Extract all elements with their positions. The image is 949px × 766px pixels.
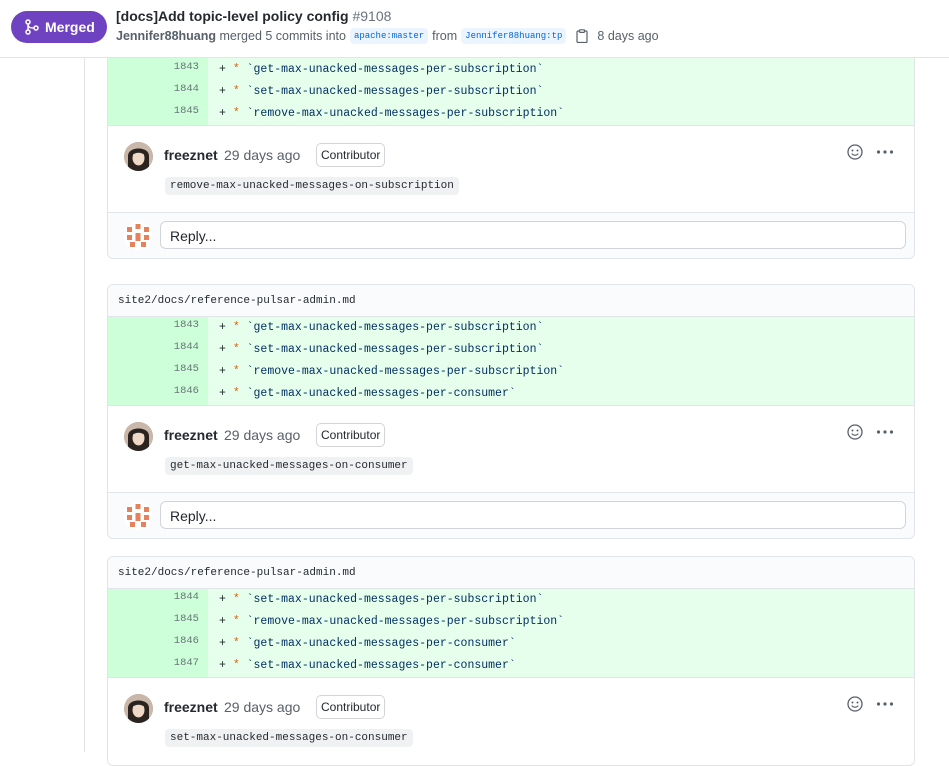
comment-author[interactable]: freeznet bbox=[164, 147, 218, 163]
comment-time[interactable]: 29 days ago bbox=[224, 147, 300, 163]
kebab-horizontal-icon[interactable] bbox=[876, 696, 894, 712]
from-text: from bbox=[432, 29, 458, 43]
line-number[interactable]: 1844 bbox=[108, 589, 208, 611]
merged-status-badge: Merged bbox=[11, 11, 107, 43]
review-comment: freeznet 29 days ago Contributor remove-… bbox=[108, 125, 914, 212]
pr-title: [docs]Add topic-level policy config #910… bbox=[116, 8, 391, 24]
clipboard-icon[interactable] bbox=[576, 29, 588, 43]
smiley-icon[interactable] bbox=[847, 696, 863, 712]
line-number[interactable]: 1843 bbox=[108, 59, 208, 81]
avatar[interactable] bbox=[124, 694, 153, 723]
file-path[interactable]: site2/docs/reference-pulsar-admin.md bbox=[108, 557, 914, 589]
comment-body: set-max-unacked-messages-on-consumer bbox=[165, 729, 413, 747]
diff-code: + * `remove-max-unacked-messages-per-sub… bbox=[219, 615, 565, 628]
merged-time: 8 days ago bbox=[597, 29, 659, 43]
comment-author[interactable]: freeznet bbox=[164, 427, 218, 443]
review-thread: 1843 + * `get-max-unacked-messages-per-s… bbox=[107, 36, 915, 259]
diff-code: + * `get-max-unacked-messages-per-consum… bbox=[219, 387, 516, 400]
smiley-icon[interactable] bbox=[847, 144, 863, 160]
diff-code: + * `set-max-unacked-messages-per-subscr… bbox=[219, 343, 544, 356]
review-thread: site2/docs/reference-pulsar-admin.md 184… bbox=[107, 284, 915, 539]
avatar[interactable] bbox=[124, 142, 153, 171]
pr-author-link[interactable]: Jennifer88huang bbox=[116, 29, 216, 43]
contributor-badge: Contributor bbox=[316, 423, 386, 447]
diff-line: 1847 + * `set-max-unacked-messages-per-c… bbox=[108, 655, 914, 677]
timeline-line bbox=[84, 58, 85, 752]
kebab-horizontal-icon[interactable] bbox=[876, 424, 894, 440]
avatar[interactable] bbox=[124, 422, 153, 451]
line-number[interactable]: 1847 bbox=[108, 655, 208, 677]
diff-line: 1845 + * `remove-max-unacked-messages-pe… bbox=[108, 103, 914, 125]
comment-body: remove-max-unacked-messages-on-subscript… bbox=[165, 177, 459, 195]
merged-status-label: Merged bbox=[45, 19, 95, 35]
pr-meta: Jennifer88huang merged 5 commits into ap… bbox=[116, 28, 659, 44]
diff-code: + * `remove-max-unacked-messages-per-sub… bbox=[219, 107, 565, 120]
review-comment: freeznet 29 days ago Contributor get-max… bbox=[108, 405, 914, 492]
diff-code: + * `get-max-unacked-messages-per-subscr… bbox=[219, 321, 544, 334]
diff-line: 1846 + * `get-max-unacked-messages-per-c… bbox=[108, 383, 914, 405]
line-number[interactable]: 1846 bbox=[108, 633, 208, 655]
diff-code: + * `set-max-unacked-messages-per-consum… bbox=[219, 659, 516, 672]
diff-line: 1845 + * `remove-max-unacked-messages-pe… bbox=[108, 361, 914, 383]
base-branch-label[interactable]: apache:master bbox=[349, 28, 429, 44]
reply-bar: Reply... bbox=[108, 492, 914, 538]
review-comment: freeznet 29 days ago Contributor set-max… bbox=[108, 677, 914, 764]
diff-line: 1843 + * `get-max-unacked-messages-per-s… bbox=[108, 317, 914, 339]
reply-bar: Reply... bbox=[108, 212, 914, 258]
diff-code: + * `remove-max-unacked-messages-per-sub… bbox=[219, 365, 565, 378]
contributor-badge: Contributor bbox=[316, 143, 386, 167]
line-number[interactable]: 1844 bbox=[108, 81, 208, 103]
diff-line: 1846 + * `get-max-unacked-messages-per-c… bbox=[108, 633, 914, 655]
comment-author[interactable]: freeznet bbox=[164, 699, 218, 715]
comment-time[interactable]: 29 days ago bbox=[224, 699, 300, 715]
reply-input[interactable]: Reply... bbox=[160, 501, 906, 529]
user-avatar bbox=[124, 222, 152, 250]
diff-code: + * `get-max-unacked-messages-per-subscr… bbox=[219, 63, 544, 76]
contributor-badge: Contributor bbox=[316, 695, 386, 719]
pr-number: #9108 bbox=[352, 8, 392, 24]
comment-body: get-max-unacked-messages-on-consumer bbox=[165, 457, 413, 475]
git-merge-icon bbox=[25, 19, 39, 35]
file-path[interactable]: site2/docs/reference-pulsar-admin.md bbox=[108, 285, 914, 317]
pr-header: Merged [docs]Add topic-level policy conf… bbox=[0, 0, 949, 58]
head-branch-label[interactable]: Jennifer88huang:tp bbox=[461, 28, 567, 44]
review-thread: site2/docs/reference-pulsar-admin.md 184… bbox=[107, 556, 915, 766]
diff-line: 1844 + * `set-max-unacked-messages-per-s… bbox=[108, 81, 914, 103]
comment-time[interactable]: 29 days ago bbox=[224, 427, 300, 443]
diff-line: 1843 + * `get-max-unacked-messages-per-s… bbox=[108, 59, 914, 81]
smiley-icon[interactable] bbox=[847, 424, 863, 440]
diff-code: + * `set-max-unacked-messages-per-subscr… bbox=[219, 593, 544, 606]
diff-code: + * `set-max-unacked-messages-per-subscr… bbox=[219, 85, 544, 98]
line-number[interactable]: 1843 bbox=[108, 317, 208, 339]
diff-line: 1844 + * `set-max-unacked-messages-per-s… bbox=[108, 339, 914, 361]
diff-line: 1845 + * `remove-max-unacked-messages-pe… bbox=[108, 611, 914, 633]
user-avatar bbox=[124, 502, 152, 530]
diff-code: + * `get-max-unacked-messages-per-consum… bbox=[219, 637, 516, 650]
kebab-horizontal-icon[interactable] bbox=[876, 144, 894, 160]
line-number[interactable]: 1845 bbox=[108, 611, 208, 633]
line-number[interactable]: 1846 bbox=[108, 383, 208, 405]
merged-text: merged 5 commits into bbox=[219, 29, 346, 43]
line-number[interactable]: 1844 bbox=[108, 339, 208, 361]
line-number[interactable]: 1845 bbox=[108, 103, 208, 125]
diff-line: 1844 + * `set-max-unacked-messages-per-s… bbox=[108, 589, 914, 611]
pr-title-text: [docs]Add topic-level policy config bbox=[116, 8, 349, 24]
line-number[interactable]: 1845 bbox=[108, 361, 208, 383]
reply-input[interactable]: Reply... bbox=[160, 221, 906, 249]
